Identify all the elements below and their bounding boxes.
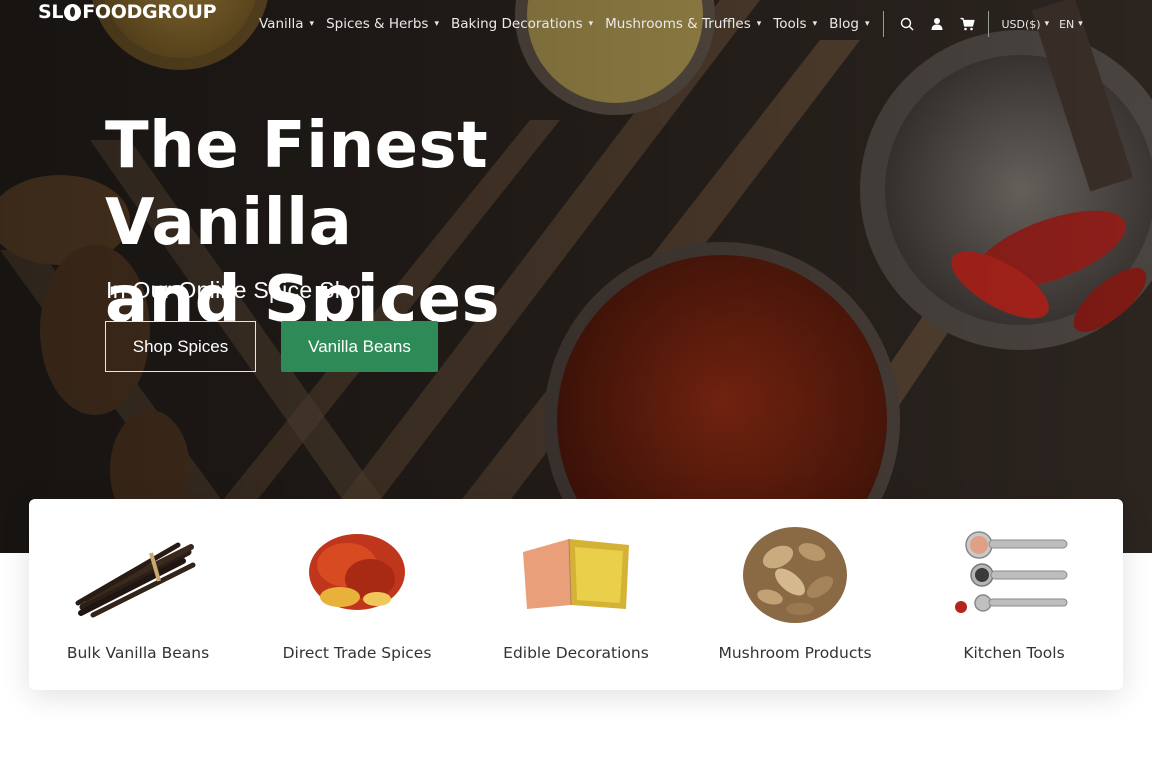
currency-selector[interactable]: USD($) ▾ <box>1001 18 1049 31</box>
category-kitchen-tools[interactable]: Kitchen Tools <box>919 499 1109 690</box>
nav-item-blog[interactable]: Blog ▾ <box>829 16 869 32</box>
nav-label: Spices & Herbs <box>326 16 429 32</box>
nav-divider <box>883 11 885 37</box>
nav-divider <box>988 11 990 37</box>
logo-text-left: SL <box>38 1 64 23</box>
cart-button[interactable] <box>956 15 978 33</box>
caret-down-icon: ▾ <box>434 19 439 29</box>
nav-item-tools[interactable]: Tools ▾ <box>773 16 817 32</box>
caret-down-icon: ▾ <box>864 19 870 29</box>
caret-down-icon: ▾ <box>588 19 594 29</box>
gold-leaf-image <box>523 538 629 609</box>
caret-down-icon: ▾ <box>1078 19 1083 29</box>
nav-item-baking-decorations[interactable]: Baking Decorations ▾ <box>451 16 593 32</box>
site-header: SL FOODGROUP Vanilla ▾ Spices & Herbs ▾ … <box>0 0 1152 40</box>
nav-item-spices-herbs[interactable]: Spices & Herbs ▾ <box>326 16 439 32</box>
search-icon <box>901 17 914 31</box>
search-button[interactable] <box>896 15 918 33</box>
measuring-spoons-image <box>955 531 1068 613</box>
currency-value: USD($) <box>1001 17 1041 31</box>
nav-label: Baking Decorations <box>450 16 583 32</box>
vanilla-beans-button[interactable]: Vanilla Beans <box>281 321 438 372</box>
caret-down-icon: ▾ <box>812 19 818 29</box>
caret-down-icon: ▾ <box>309 19 315 29</box>
category-label: Bulk Vanilla Beans <box>66 644 210 662</box>
category-label: Kitchen Tools <box>963 644 1065 662</box>
user-icon <box>931 18 943 30</box>
category-label: Edible Decorations <box>503 644 649 662</box>
nav-item-vanilla[interactable]: Vanilla ▾ <box>259 16 314 32</box>
caret-down-icon: ▾ <box>756 19 762 29</box>
category-mushroom-products[interactable]: Mushroom Products <box>700 499 890 690</box>
category-bulk-vanilla-beans[interactable]: Bulk Vanilla Beans <box>43 499 233 690</box>
vanilla-beans-image <box>75 542 196 618</box>
cart-icon <box>960 17 975 31</box>
shop-spices-button[interactable]: Shop Spices <box>105 321 256 372</box>
nav-label: Vanilla <box>259 16 304 32</box>
category-direct-trade-spices[interactable]: Direct Trade Spices <box>262 499 452 690</box>
category-edible-decorations[interactable]: Edible Decorations <box>481 499 671 690</box>
hero-subtitle: In Our Online Spice Shop <box>106 277 375 303</box>
nav-label: Blog <box>829 16 859 32</box>
category-label: Direct Trade Spices <box>282 644 432 662</box>
logo-vanilla-mark-icon <box>64 3 82 21</box>
category-card: Bulk Vanilla Beans Direct Trade Spices E… <box>29 499 1123 690</box>
nav-item-mushrooms-truffles[interactable]: Mushrooms & Truffles ▾ <box>605 16 761 32</box>
saffron-image <box>309 534 405 610</box>
nav-label: Tools <box>773 16 807 32</box>
logo-text-right: FOODGROUP <box>82 1 217 23</box>
category-label: Mushroom Products <box>718 644 872 662</box>
nav-label: Mushrooms & Truffles <box>605 16 751 32</box>
hero-title-line-1: The Finest Vanilla <box>105 109 489 260</box>
account-button[interactable] <box>926 15 948 33</box>
site-logo[interactable]: SL FOODGROUP <box>38 1 217 23</box>
language-selector[interactable]: EN ▾ <box>1059 18 1083 31</box>
hero-title: The Finest Vanilla and Spices <box>105 108 725 339</box>
caret-down-icon: ▾ <box>1044 19 1050 29</box>
dried-mushrooms-image <box>743 527 847 623</box>
main-nav: Vanilla ▾ Spices & Herbs ▾ Baking Decora… <box>259 11 1083 37</box>
language-value: EN <box>1059 17 1075 31</box>
